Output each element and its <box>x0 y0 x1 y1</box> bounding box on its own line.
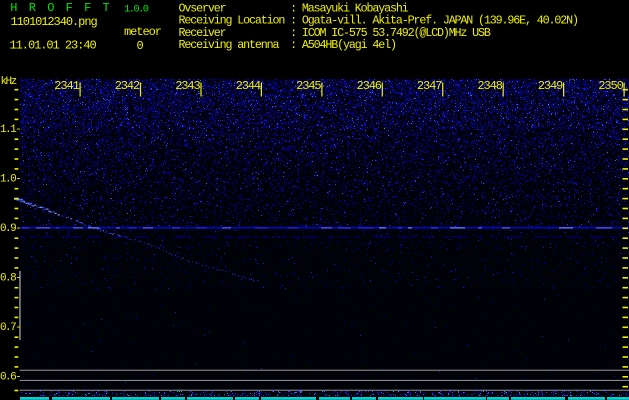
svg-text:F: F <box>66 1 73 15</box>
svg-text:11.01.01 23:40: 11.01.01 23:40 <box>10 38 97 52</box>
svg-text:1.0.0: 1.0.0 <box>124 3 149 15</box>
svg-text:0.7-: 0.7- <box>0 322 20 334</box>
svg-text:F: F <box>84 1 91 15</box>
svg-text:2350: 2350 <box>598 79 623 93</box>
svg-text:T: T <box>103 1 110 15</box>
svg-text:Receiving antenna : A504HB(ya: Receiving antenna : A504HB(yagi 4el) <box>179 38 396 52</box>
svg-text:2348: 2348 <box>477 79 502 93</box>
svg-text:kHz: kHz <box>1 76 17 88</box>
svg-text:1.0-: 1.0- <box>0 173 20 185</box>
svg-text:2347: 2347 <box>417 79 442 93</box>
svg-text:1101012340.png: 1101012340.png <box>11 15 98 29</box>
svg-text:2344: 2344 <box>236 79 261 93</box>
svg-text:2349: 2349 <box>538 79 563 93</box>
svg-text:meteor: meteor <box>124 25 162 39</box>
svg-text:0.6-: 0.6- <box>0 371 20 383</box>
svg-text:2341: 2341 <box>54 79 79 93</box>
svg-text:2342: 2342 <box>115 79 140 93</box>
svg-text:0.9-: 0.9- <box>0 223 20 235</box>
svg-text:2346: 2346 <box>357 79 382 93</box>
svg-text:0.8-: 0.8- <box>0 272 20 284</box>
svg-text:O: O <box>47 1 54 15</box>
svg-text:2345: 2345 <box>296 79 321 93</box>
svg-text:1.1-: 1.1- <box>0 124 20 136</box>
svg-text:H: H <box>10 1 17 15</box>
svg-text:R: R <box>29 1 36 15</box>
svg-text:2343: 2343 <box>175 79 200 93</box>
svg-text:0: 0 <box>137 39 144 53</box>
